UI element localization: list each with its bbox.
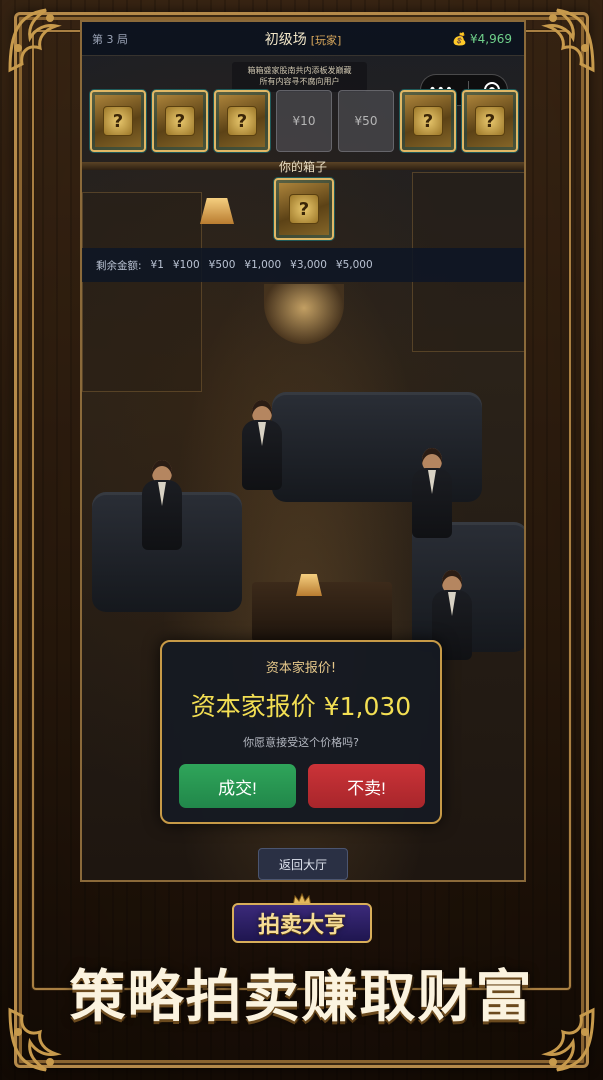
back-to-lobby-button[interactable]: 返回大厅 [258, 848, 348, 880]
table-lamp [296, 574, 322, 596]
box-row: ? ? ? ¥10 ¥50 ? ? [88, 90, 522, 152]
remaining-amount: ¥1,000 [244, 259, 282, 271]
opened-box: ¥50 [338, 90, 394, 152]
mystery-box[interactable]: ? [400, 90, 456, 152]
mystery-box[interactable]: ? [90, 90, 146, 152]
question-icon: ? [413, 106, 443, 136]
remaining-label: 剩余金额: [96, 259, 142, 272]
money-bag-icon: 💰 [452, 31, 467, 46]
question-icon: ? [165, 106, 195, 136]
remaining-amount: ¥3,000 [290, 259, 327, 271]
question-icon: ? [289, 194, 319, 224]
corner-ornament-icon [6, 4, 76, 74]
offer-dialog: 资本家报价! 资本家报价 ¥1,030 你愿意接受这个价格吗? 成交! 不卖! [160, 640, 442, 824]
mystery-box[interactable]: ? [214, 90, 270, 152]
notice-toast: 箱箱盛家股南共内添板发巅藏 所有内容寻不腐向用户 [232, 62, 367, 92]
remaining-amount: ¥100 [172, 259, 200, 271]
offer-amount: 资本家报价 ¥1,030 [190, 692, 412, 721]
accept-deal-button[interactable]: 成交! [179, 764, 296, 808]
remaining-amount: ¥500 [208, 259, 236, 271]
gentleman-figure [242, 400, 282, 490]
money-display: 💰 ¥4,969 [452, 32, 512, 46]
remaining-amount: ¥5,000 [335, 259, 373, 271]
money-amount: ¥4,969 [470, 31, 512, 46]
wall-panel [82, 192, 202, 392]
level-name: 初级场 [264, 31, 307, 48]
mystery-box[interactable]: ? [462, 90, 518, 152]
your-box: ? [274, 178, 334, 240]
question-icon: ? [103, 106, 133, 136]
coffee-table [252, 582, 392, 642]
role-tag: [玩家] [310, 33, 342, 47]
remaining-amount: ¥1 [150, 259, 164, 271]
chandelier [264, 284, 344, 344]
gentleman-figure [412, 448, 452, 538]
notice-line: 箱箱盛家股南共内添板发巅藏 [247, 66, 352, 75]
wall-lamp [200, 198, 234, 224]
your-box-label: 你的箱子 [278, 160, 327, 174]
opened-box: ¥10 [276, 90, 332, 152]
game-logo: 拍卖大亨 [232, 893, 372, 945]
dialog-title: 资本家报价! [265, 661, 337, 676]
remaining-amounts-bar: 剩余金额: ¥1 ¥100 ¥500 ¥1,000 ¥3,000 ¥5,000 [82, 248, 524, 282]
question-icon: ? [475, 106, 505, 136]
dialog-question: 你愿意接受这个价格吗? [243, 736, 359, 749]
top-hud: 第 3 局 初级场 [玩家] 💰 ¥4,969 [82, 22, 524, 56]
logo-text: 拍卖大亨 [232, 903, 372, 943]
decline-deal-button[interactable]: 不卖! [308, 764, 425, 808]
gentleman-figure [142, 460, 182, 550]
question-icon: ? [227, 106, 257, 136]
notice-line: 所有内容寻不腐向用户 [259, 77, 340, 86]
slogan-banner: 策略拍卖赚取财富 [69, 964, 534, 1030]
corner-ornament-icon [527, 4, 597, 74]
mystery-box[interactable]: ? [152, 90, 208, 152]
